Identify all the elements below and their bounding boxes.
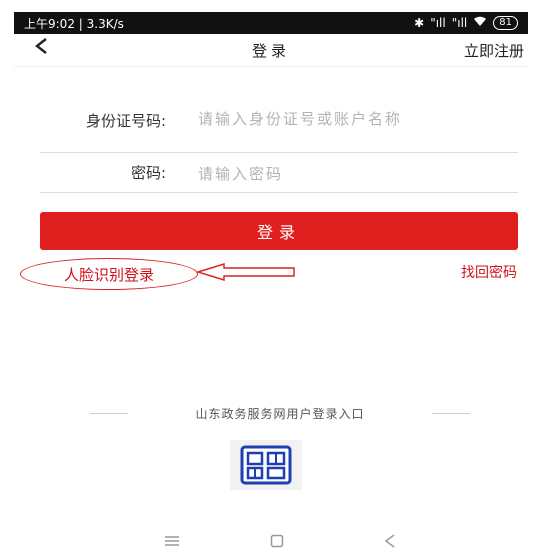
find-password-link[interactable]: 找回密码	[461, 262, 517, 282]
password-field-row: 密码:	[40, 160, 518, 193]
id-label: 身份证号码:	[85, 112, 166, 130]
password-label: 密码:	[130, 164, 166, 182]
id-input[interactable]	[198, 111, 498, 147]
portal-logo-button[interactable]	[230, 440, 302, 490]
status-icons: ✱ "ıll "ıll 81	[414, 16, 518, 30]
status-time-speed: 上午9:02 | 3.3K/s	[24, 16, 124, 31]
portal-text: 山东政务服务网用户登录入口	[195, 407, 365, 421]
bluetooth-icon: ✱	[414, 16, 425, 30]
portal-divider: 山东政务服务网用户登录入口	[90, 405, 470, 423]
signal-icon-2: "ıll	[451, 16, 468, 30]
page-title: 登录	[251, 42, 290, 60]
id-field-row: 身份证号码:	[40, 108, 518, 153]
login-button[interactable]: 登录	[40, 212, 518, 250]
status-bar: 上午9:02 | 3.3K/s ✱ "ıll "ıll 81	[14, 12, 528, 34]
nav-bar: 登录 立即注册	[14, 34, 528, 67]
home-icon[interactable]	[270, 534, 284, 552]
signal-icon-1: "ıll	[430, 16, 446, 30]
wifi-icon	[473, 16, 487, 30]
divider-line-right	[432, 413, 470, 414]
system-navigation-bar	[14, 534, 528, 550]
seal-logo-icon	[240, 445, 292, 485]
password-input[interactable]	[198, 164, 498, 184]
battery-icon: 81	[493, 16, 518, 30]
face-login-link[interactable]: 人脸识别登录	[20, 258, 198, 290]
annotation-arrow-icon	[196, 262, 295, 282]
menu-icon[interactable]	[164, 534, 180, 552]
face-login-label: 人脸识别登录	[63, 265, 154, 284]
back-icon[interactable]	[384, 534, 396, 552]
register-link[interactable]: 立即注册	[464, 40, 524, 61]
